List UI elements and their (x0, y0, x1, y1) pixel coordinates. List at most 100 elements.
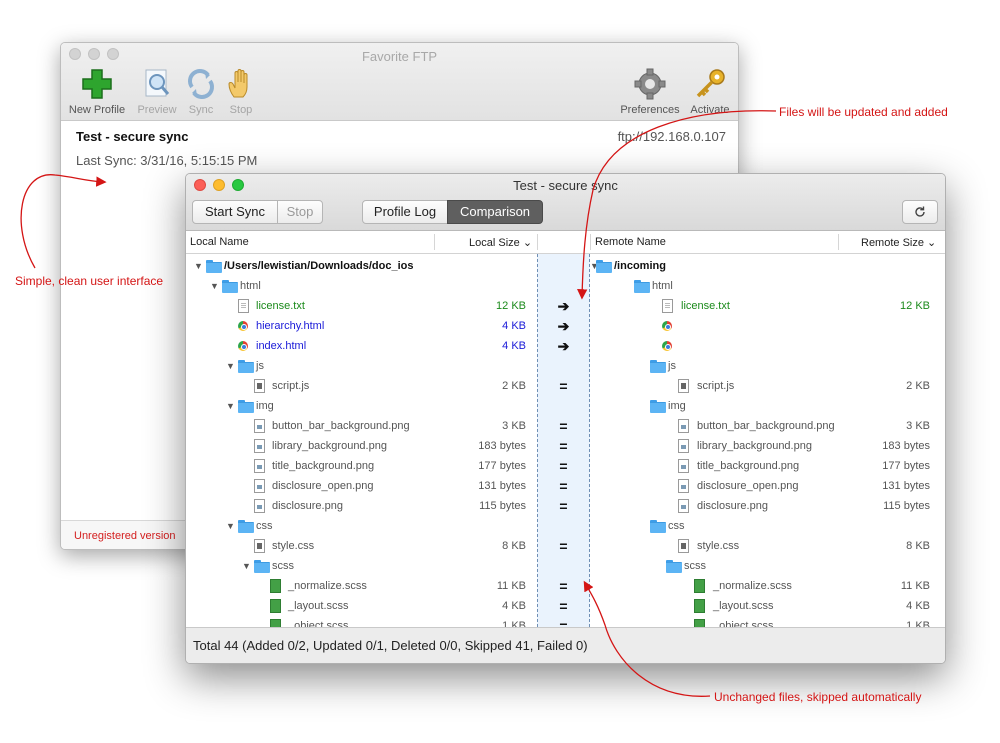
file-row[interactable]: disclosure.png 115 bytes = disclosure.png 11… (186, 496, 945, 516)
remote-size-header[interactable]: Remote Size ⌄ (861, 236, 936, 249)
file-row[interactable]: _layout.scss 4 KB = _layout.scss 4 KB (186, 596, 945, 616)
new-profile-button[interactable]: New Profile (65, 67, 129, 116)
local-file-name: style.css (272, 540, 315, 552)
scss-file-icon (270, 619, 281, 627)
remote-file-size: 11 KB (900, 580, 930, 592)
folder-row[interactable]: ▼ js js (186, 356, 945, 376)
png-file-icon (678, 479, 689, 493)
file-row[interactable]: title_background.png 177 bytes = title_back… (186, 456, 945, 476)
folder-icon (650, 360, 666, 373)
refresh-icon (915, 206, 925, 217)
folder-row[interactable]: ▼ img img (186, 396, 945, 416)
remote-file-name: disclosure.png (697, 500, 768, 512)
local-file-name: /Users/lewistian/Downloads/doc_ios (224, 260, 414, 272)
preferences-button[interactable]: Preferences (617, 67, 683, 116)
folder-row[interactable]: ▼ scss scss (186, 556, 945, 576)
unregistered-label: Unregistered version (74, 530, 176, 542)
start-sync-button[interactable]: Start Sync (192, 200, 278, 224)
local-name-header[interactable]: Local Name (190, 236, 249, 248)
tab-comparison[interactable]: Comparison (447, 200, 543, 224)
html-file-icon (662, 321, 672, 331)
local-file-name: index.html (256, 340, 307, 352)
stop-sync-button[interactable]: Stop (277, 200, 323, 224)
file-row[interactable]: style.css 8 KB = style.css 8 KB (186, 536, 945, 556)
arrow-right-icon: ➔ (557, 318, 570, 334)
folder-icon (634, 280, 650, 293)
scss-file-icon (694, 579, 705, 593)
local-file-name: html (240, 280, 261, 292)
remote-file-size: 1 KB (906, 620, 930, 627)
remote-file-size: 3 KB (906, 420, 930, 432)
txt-file-icon (662, 299, 673, 313)
html-file-icon (238, 341, 248, 351)
profile-name[interactable]: Test - secure sync (76, 129, 188, 144)
remote-file-name: _object.scss (713, 620, 774, 627)
html-file-icon (238, 321, 248, 331)
remote-name-header[interactable]: Remote Name (595, 236, 666, 248)
folder-row[interactable]: ▼/Users/lewistian/Downloads/doc_ios ▼/inc… (186, 256, 945, 276)
png-file-icon (254, 499, 265, 513)
stop-button[interactable]: Stop (209, 67, 273, 116)
local-size-header[interactable]: Local Size ⌄ (469, 236, 532, 249)
remote-file-name: title_background.png (697, 460, 800, 472)
remote-file-name: style.css (697, 540, 740, 552)
png-file-icon (678, 439, 689, 453)
remote-file-name: button_bar_background.png (697, 420, 835, 432)
disclosure-triangle-local[interactable]: ▼ (226, 516, 235, 536)
disclosure-triangle-local[interactable]: ▼ (194, 256, 203, 276)
file-row[interactable]: library_background.png 183 bytes = library_… (186, 436, 945, 456)
annotation-unchanged: Unchanged files, skipped automatically (714, 690, 922, 704)
js-file-icon (678, 379, 689, 393)
scss-file-icon (270, 599, 281, 613)
file-row[interactable]: _object.scss 1 KB = _object.scss 1 KB (186, 616, 945, 627)
local-file-size: 11 KB (496, 580, 526, 592)
file-row[interactable]: hierarchy.html 4 KB ➔ (186, 316, 945, 336)
file-row[interactable]: button_bar_background.png 3 KB = button_bar… (186, 416, 945, 436)
local-file-size: 131 bytes (478, 480, 526, 492)
local-file-size: 4 KB (502, 340, 526, 352)
equal-icon: = (559, 458, 568, 474)
folder-icon (222, 280, 238, 293)
local-file-name: img (256, 400, 274, 412)
local-file-name: license.txt (256, 300, 305, 312)
png-file-icon (678, 419, 689, 433)
folder-icon (666, 560, 682, 573)
local-file-name: button_bar_background.png (272, 420, 410, 432)
txt-file-icon (238, 299, 249, 313)
local-file-name: library_background.png (272, 440, 387, 452)
remote-file-name: html (652, 280, 673, 292)
tab-profile-log[interactable]: Profile Log (362, 200, 448, 224)
activate-button[interactable]: Activate (679, 67, 738, 116)
equal-icon: = (559, 618, 568, 627)
png-file-icon (254, 479, 265, 493)
local-file-name: scss (272, 560, 294, 572)
local-file-size: 2 KB (502, 380, 526, 392)
folder-row[interactable]: ▼ html html (186, 276, 945, 296)
file-row[interactable]: _normalize.scss 11 KB = _normalize.scss 11 K… (186, 576, 945, 596)
disclosure-triangle-local[interactable]: ▼ (226, 356, 235, 376)
remote-file-name: css (668, 520, 685, 532)
remote-file-name: js (668, 360, 676, 372)
sync-titlebar: Test - secure sync Start Sync Stop Profi… (186, 174, 945, 231)
disclosure-triangle-local[interactable]: ▼ (226, 396, 235, 416)
local-file-name: _normalize.scss (288, 580, 367, 592)
folder-row[interactable]: ▼ css css (186, 516, 945, 536)
disclosure-triangle-local[interactable]: ▼ (210, 276, 219, 296)
local-file-name: hierarchy.html (256, 320, 325, 332)
file-row[interactable]: index.html 4 KB ➔ (186, 336, 945, 356)
png-file-icon (678, 459, 689, 473)
column-header: Local Name Local Size ⌄ Remote Name Remo… (186, 231, 945, 254)
remote-file-name: script.js (697, 380, 735, 392)
folder-icon (238, 520, 254, 533)
file-comparison-list: ▼ /Users/lewistian/Downloads/doc_ios ▼ /inc… (186, 254, 945, 627)
disclosure-triangle-local[interactable]: ▼ (242, 556, 251, 576)
file-row[interactable]: license.txt 12 KB ➔ license.txt 12 KB (186, 296, 945, 316)
file-row[interactable]: disclosure_open.png 131 bytes = disclosure_… (186, 476, 945, 496)
status-bar: Total 44 (Added 0/2, Updated 0/1, Delete… (186, 627, 945, 663)
last-sync-text: Last Sync: 3/31/16, 5:15:15 PM (76, 153, 258, 168)
refresh-button[interactable] (902, 200, 938, 224)
png-file-icon (254, 439, 265, 453)
file-row[interactable]: script.js 2 KB = script.js 2 KB (186, 376, 945, 396)
local-file-name: css (256, 520, 273, 532)
js-file-icon (254, 379, 265, 393)
